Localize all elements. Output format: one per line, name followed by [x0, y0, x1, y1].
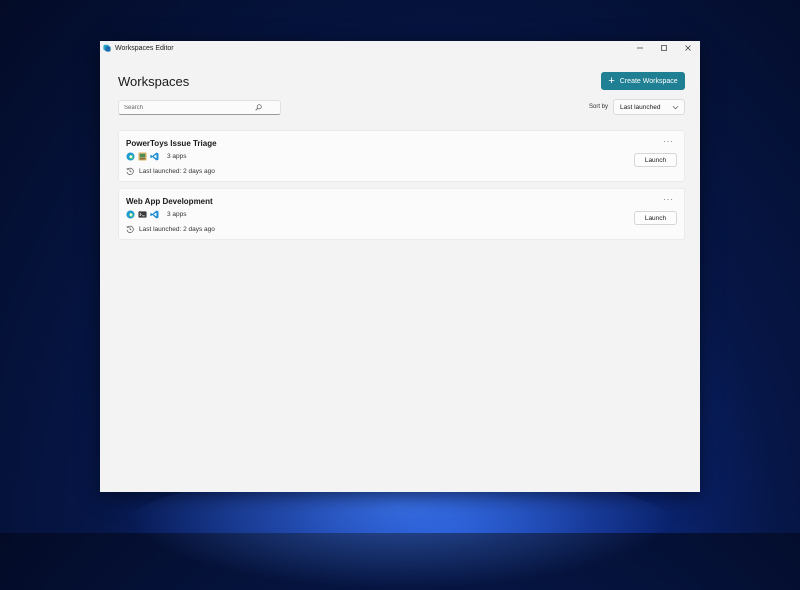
vscode-icon	[150, 210, 159, 219]
search-box	[118, 100, 281, 115]
search-input[interactable]	[119, 103, 256, 112]
app-thumbnail-icon	[138, 152, 147, 161]
search-icon[interactable]	[255, 104, 262, 111]
window-title: Workspaces Editor	[115, 44, 174, 52]
workspaces-app-icon	[103, 44, 111, 52]
edge-icon	[126, 210, 135, 219]
window-controls	[628, 41, 700, 55]
chevron-down-icon	[672, 105, 679, 109]
create-workspace-button[interactable]: + Create Workspace	[601, 72, 685, 90]
sort-dropdown[interactable]: Last launched	[613, 99, 685, 115]
vscode-icon	[150, 152, 159, 161]
plus-icon: +	[608, 75, 615, 87]
apps-count: 3 apps	[167, 153, 187, 160]
page-title: Workspaces	[118, 73, 190, 89]
minimize-icon	[637, 47, 643, 49]
workspace-name: Web App Development	[126, 197, 213, 206]
last-launched: Last launched: 2 days ago	[126, 225, 215, 233]
title-bar: Workspaces Editor	[100, 41, 700, 55]
last-launched-text: Last launched: 2 days ago	[139, 225, 215, 233]
minimize-button[interactable]	[628, 41, 652, 55]
sort-control: Sort by Last launched	[589, 99, 685, 115]
sort-selected-value: Last launched	[620, 103, 661, 111]
workspaces-editor-window: Workspaces Editor Workspaces + Create Wo…	[100, 41, 700, 492]
launch-button[interactable]: Launch	[634, 153, 677, 167]
maximize-button[interactable]	[652, 41, 676, 55]
terminal-icon	[138, 211, 147, 218]
history-icon	[126, 225, 134, 233]
page-header: Workspaces + Create Workspace	[118, 71, 685, 91]
more-options-button[interactable]: ···	[663, 195, 674, 204]
workspace-card[interactable]: PowerToys Issue Triage 3 apps Last launc…	[118, 130, 685, 182]
more-options-button[interactable]: ···	[663, 137, 674, 146]
apps-count: 3 apps	[167, 211, 187, 218]
last-launched-text: Last launched: 2 days ago	[139, 167, 215, 175]
workspace-apps: 3 apps	[126, 210, 187, 219]
sort-label: Sort by	[588, 104, 608, 110]
maximize-icon	[661, 45, 667, 51]
create-workspace-label: Create Workspace	[619, 77, 678, 85]
close-button[interactable]	[676, 41, 700, 55]
edge-icon	[126, 152, 135, 161]
workspace-card[interactable]: Web App Development 3 apps Last launched…	[118, 188, 685, 240]
close-icon	[685, 45, 691, 51]
launch-button[interactable]: Launch	[634, 211, 677, 225]
history-icon	[126, 167, 134, 175]
workspace-name: PowerToys Issue Triage	[126, 139, 217, 148]
workspace-apps: 3 apps	[126, 152, 187, 161]
last-launched: Last launched: 2 days ago	[126, 167, 215, 175]
